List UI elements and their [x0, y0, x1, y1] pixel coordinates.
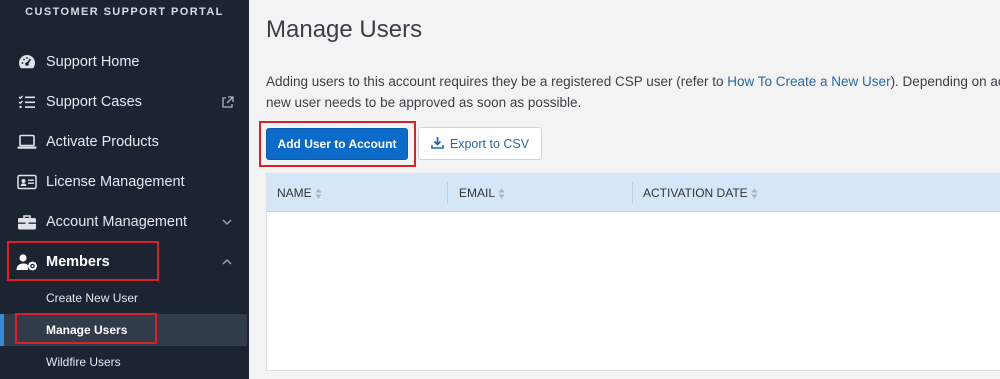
- sidebar-subitem-manage-users[interactable]: Manage Users: [0, 314, 247, 346]
- add-user-to-account-button[interactable]: Add User to Account: [266, 128, 408, 160]
- description-text-line2: new user needs to be approved as soon as…: [266, 95, 582, 110]
- sidebar-item-activate-products[interactable]: Activate Products: [0, 122, 249, 162]
- active-indicator: [0, 314, 4, 346]
- export-to-csv-button[interactable]: Export to CSV: [418, 127, 542, 160]
- column-header-name[interactable]: NAME: [277, 174, 322, 212]
- page-description: Adding users to this account requires th…: [266, 71, 1000, 113]
- briefcase-icon: [16, 211, 38, 233]
- sort-icon: [315, 188, 322, 199]
- column-header-label: NAME: [277, 186, 312, 200]
- sidebar-subitem-label: Create New User: [46, 291, 139, 305]
- column-header-label: EMAIL: [459, 186, 496, 200]
- sort-icon: [498, 188, 505, 199]
- column-header-label: ACTIVATION DATE: [643, 186, 748, 200]
- download-icon: [431, 136, 444, 152]
- user-gear-icon: [16, 251, 38, 273]
- sidebar-item-label: Account Management: [46, 214, 188, 230]
- how-to-create-user-link[interactable]: How To Create a New User: [727, 74, 890, 89]
- sidebar-subitem-create-new-user[interactable]: Create New User: [0, 282, 249, 314]
- column-divider: [447, 182, 448, 204]
- table-header: NAME EMAIL ACTIVATION DATE: [267, 174, 1000, 212]
- table-body: [267, 212, 1000, 370]
- sidebar-item-label: Support Cases: [46, 94, 142, 110]
- column-header-activation-date[interactable]: ACTIVATION DATE: [643, 174, 758, 212]
- users-table: NAME EMAIL ACTIVATION DATE: [266, 173, 1000, 371]
- sidebar-item-members[interactable]: Members: [0, 242, 249, 282]
- sidebar-item-label: Activate Products: [46, 134, 159, 150]
- sidebar-item-support-cases[interactable]: Support Cases: [0, 82, 249, 122]
- main-content: Manage Users Adding users to this accoun…: [249, 0, 1000, 379]
- license-card-icon: [16, 171, 38, 193]
- sidebar-subitem-label: Manage Users: [46, 323, 128, 337]
- laptop-icon: [16, 131, 38, 153]
- sidebar-item-support-home[interactable]: Support Home: [0, 42, 249, 82]
- external-link-icon: [219, 94, 235, 110]
- sidebar-item-license-management[interactable]: License Management: [0, 162, 249, 202]
- sidebar-item-label: Support Home: [46, 54, 140, 70]
- page-title: Manage Users: [266, 16, 423, 43]
- list-check-icon: [16, 91, 38, 113]
- sidebar-item-label: License Management: [46, 174, 185, 190]
- export-to-csv-label: Export to CSV: [449, 136, 530, 151]
- sidebar-item-account-management[interactable]: Account Management: [0, 202, 249, 242]
- sidebar-subitem-label: Wildfire Users: [46, 355, 121, 369]
- sidebar-item-label: Members: [46, 254, 110, 270]
- dashboard-icon: [16, 51, 38, 73]
- column-divider: [632, 182, 633, 204]
- chevron-up-icon: [219, 254, 235, 270]
- column-header-email[interactable]: EMAIL: [459, 174, 505, 212]
- chevron-down-icon: [219, 214, 235, 230]
- sort-icon: [751, 188, 758, 199]
- description-text-suffix: ). Depending on ac: [890, 74, 1000, 89]
- sidebar: CUSTOMER SUPPORT PORTAL Support Home Sup…: [0, 0, 249, 379]
- sidebar-subitem-wildfire-users[interactable]: Wildfire Users: [0, 346, 249, 378]
- portal-title: CUSTOMER SUPPORT PORTAL: [25, 6, 224, 18]
- description-text: Adding users to this account requires th…: [266, 74, 728, 89]
